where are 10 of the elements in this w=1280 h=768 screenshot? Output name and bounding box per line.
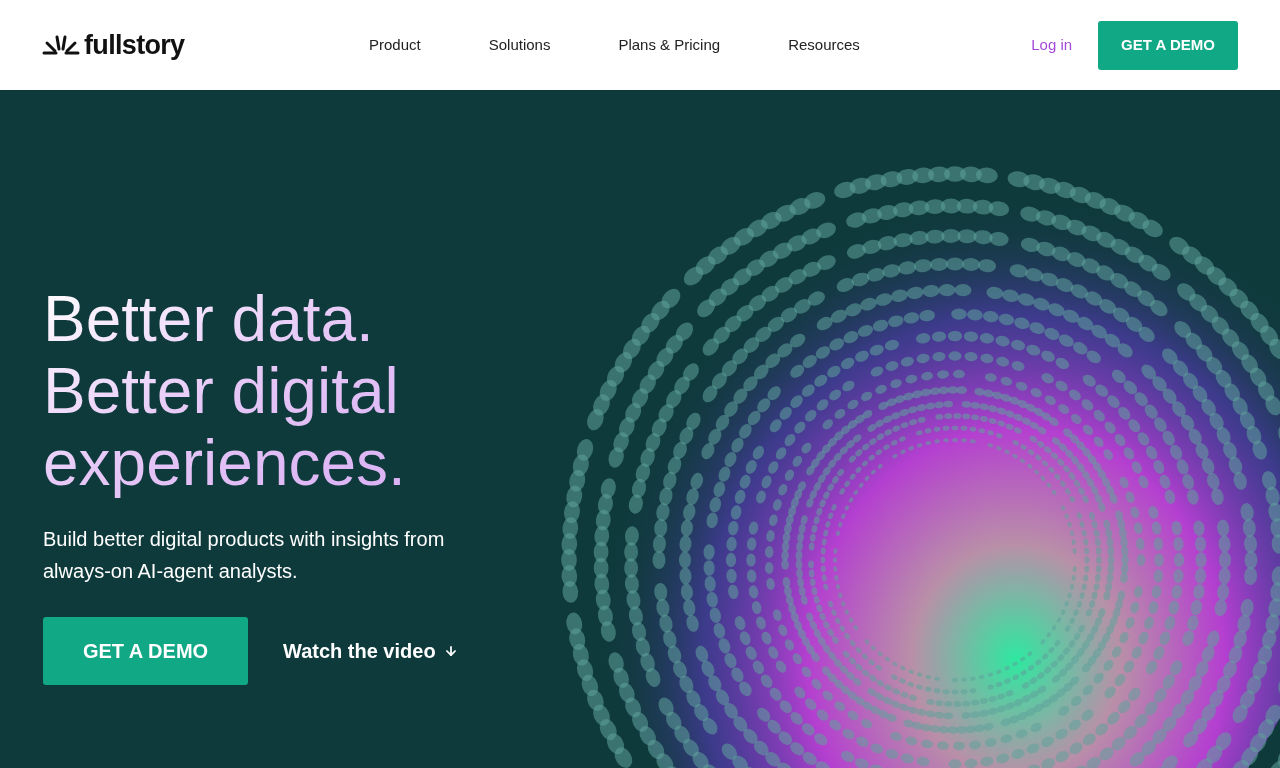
logo-icon [42, 34, 80, 56]
watch-video-link[interactable]: Watch the video [283, 636, 458, 666]
nav-link[interactable]: Product [369, 33, 421, 57]
nav-link[interactable]: Solutions [488, 33, 551, 57]
nav-link[interactable]: Resources [788, 33, 860, 57]
arrow-down-icon [443, 644, 458, 658]
nav-link[interactable]: Plans & Pricing [618, 33, 721, 57]
login-link[interactable]: Log in [1031, 33, 1073, 57]
hero-subtitle: Build better digital products with insights from always-on AI-agent analysts. [43, 527, 446, 584]
logo-text[interactable]: fullstory [84, 31, 185, 59]
